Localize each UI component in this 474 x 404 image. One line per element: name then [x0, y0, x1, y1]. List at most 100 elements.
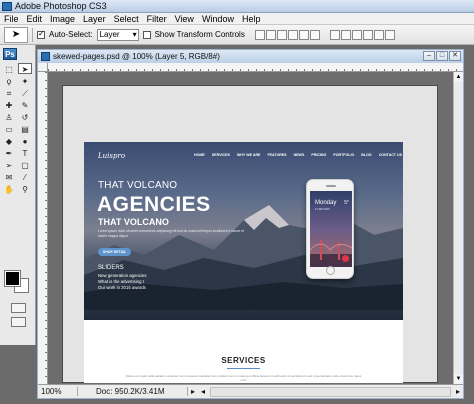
nav-why-we-are[interactable]: WHY WE ARE [237, 153, 261, 157]
quick-mask-button[interactable] [11, 303, 26, 313]
pen-tool-icon[interactable]: ✒ [2, 147, 16, 158]
scroll-down-icon[interactable]: ▼ [454, 374, 463, 384]
blur-tool-icon[interactable]: ◆ [2, 135, 16, 146]
menu-view[interactable]: View [171, 14, 198, 24]
auto-select-label: Auto-Select: [49, 30, 93, 39]
document-titlebar[interactable]: skewed-pages.psd @ 100% (Layer 5, RGB/8#… [38, 50, 463, 63]
hero-description: Lorem ipsum dolor sit amet consectetur a… [98, 229, 245, 238]
divider [32, 27, 33, 42]
lasso-tool-icon[interactable]: ϙ [2, 75, 16, 86]
align-left-icon[interactable] [287, 29, 298, 40]
auto-select-dropdown[interactable]: Layer [96, 28, 139, 41]
hero-cta-button[interactable]: SHOP DETAIL [98, 248, 131, 256]
show-transform-checkbox[interactable] [142, 30, 151, 39]
clone-stamp-tool-icon[interactable]: ♙ [2, 111, 16, 122]
marquee-tool-icon[interactable]: ⬚ [2, 63, 16, 74]
minimize-button[interactable]: – [423, 51, 435, 61]
nav-home[interactable]: HOME [194, 153, 205, 157]
auto-select-checkbox[interactable] [37, 29, 45, 39]
zoom-tool-icon[interactable]: ⚲ [18, 183, 32, 194]
magic-wand-tool-icon[interactable]: ✦ [18, 75, 32, 86]
phone-date: 14 SEP 2016 [315, 208, 330, 211]
type-tool-icon[interactable]: T [18, 147, 32, 158]
align-top-icon[interactable] [254, 29, 265, 40]
phone-day: Monday [315, 200, 337, 206]
distribute-top-icon[interactable] [329, 29, 340, 40]
canvas[interactable]: Luispro HOME SERVICES WHY WE ARE FEATURE… [62, 85, 438, 383]
align-right-icon[interactable] [309, 29, 320, 40]
zoom-level[interactable]: 100% [38, 387, 78, 396]
document-icon [41, 52, 50, 61]
scroll-up-icon[interactable]: ▲ [454, 72, 463, 82]
photoshop-app-icon [2, 1, 12, 11]
align-bottom-icon[interactable] [276, 29, 287, 40]
document-window: skewed-pages.psd @ 100% (Layer 5, RGB/8#… [37, 49, 464, 399]
gradient-tool-icon[interactable]: ▤ [18, 123, 32, 134]
dodge-tool-icon[interactable]: ● [18, 135, 32, 146]
eyedropper-tool-icon[interactable]: ⁄ [18, 171, 32, 182]
phone-screen: Monday 5° 14 SEP 2016 [310, 191, 352, 267]
slider-line: New generation agencies [98, 273, 147, 278]
status-menu-arrow-icon[interactable]: ▸ [188, 387, 198, 396]
align-vcenter-icon[interactable] [265, 29, 276, 40]
phone-temperature: 5° [344, 200, 349, 206]
phone-speaker [326, 185, 336, 187]
site-logo[interactable]: Luispro [98, 152, 125, 160]
menu-window[interactable]: Window [198, 14, 238, 24]
healing-brush-tool-icon[interactable]: ✚ [2, 99, 16, 110]
nav-news[interactable]: NEWS [294, 153, 305, 157]
notes-tool-icon[interactable]: ✉ [2, 171, 16, 182]
menu-select[interactable]: Select [110, 14, 143, 24]
nav-contact-us[interactable]: CONTACT US [379, 153, 402, 157]
nav-services[interactable]: SERVICES [212, 153, 230, 157]
nav-pricing[interactable]: PRICING [311, 153, 326, 157]
menu-file[interactable]: File [0, 14, 23, 24]
distribute-vcenter-icon[interactable] [340, 29, 351, 40]
services-underline [227, 368, 260, 369]
screen-mode-button[interactable] [11, 317, 26, 327]
crop-tool-icon[interactable]: ⌗ [2, 87, 16, 98]
align-hcenter-icon[interactable] [298, 29, 309, 40]
eraser-tool-icon[interactable]: ▭ [2, 123, 16, 134]
distribute-right-icon[interactable] [384, 29, 395, 40]
app-title: Adobe Photoshop CS3 [15, 1, 107, 11]
maximize-button[interactable]: □ [436, 51, 448, 61]
menu-filter[interactable]: Filter [143, 14, 171, 24]
menu-edit[interactable]: Edit [23, 14, 47, 24]
move-tool-preset-picker[interactable]: ➤ [4, 26, 28, 43]
vertical-ruler[interactable] [38, 72, 48, 384]
horizontal-scrollbar[interactable] [210, 386, 451, 397]
close-button[interactable]: ✕ [449, 51, 461, 61]
nav-features[interactable]: FEATURES [267, 153, 286, 157]
show-transform-label: Show Transform Controls [154, 30, 245, 39]
nav-blog[interactable]: BLOG [361, 153, 371, 157]
site-nav: HOME SERVICES WHY WE ARE FEATURES NEWS P… [194, 153, 402, 157]
vertical-scrollbar[interactable]: ▲ ▼ [453, 72, 463, 384]
menu-layer[interactable]: Layer [79, 14, 110, 24]
shape-tool-icon[interactable]: ▢ [18, 159, 32, 170]
canvas-area: Luispro HOME SERVICES WHY WE ARE FEATURE… [48, 72, 453, 384]
move-tool-icon[interactable]: ➤ [18, 63, 32, 74]
hero-section: Luispro HOME SERVICES WHY WE ARE FEATURE… [84, 142, 403, 320]
brush-tool-icon[interactable]: ✎ [18, 99, 32, 110]
hand-tool-icon[interactable]: ✋ [2, 183, 16, 194]
nav-portfolio[interactable]: PORTFOLIO [333, 153, 354, 157]
distribute-hcenter-icon[interactable] [373, 29, 384, 40]
distribute-left-icon[interactable] [362, 29, 373, 40]
menu-help[interactable]: Help [238, 14, 265, 24]
path-selection-tool-icon[interactable]: ➢ [2, 159, 16, 170]
slice-tool-icon[interactable]: ⟋ [18, 87, 32, 98]
ruler-corner[interactable] [38, 63, 48, 72]
scroll-left-icon[interactable]: ◂ [198, 387, 208, 396]
slider-line: What is the advertising t [98, 279, 144, 284]
ps-badge[interactable]: Ps [3, 48, 17, 60]
horizontal-ruler[interactable] [48, 63, 463, 72]
document-title: skewed-pages.psd @ 100% (Layer 5, RGB/8#… [53, 52, 220, 61]
menu-image[interactable]: Image [46, 14, 79, 24]
scroll-right-icon[interactable]: ▸ [453, 387, 463, 396]
foreground-color-swatch[interactable] [4, 270, 21, 287]
menu-bar: File Edit Image Layer Select Filter View… [0, 13, 474, 25]
history-brush-tool-icon[interactable]: ↺ [18, 111, 32, 122]
distribute-bottom-icon[interactable] [351, 29, 362, 40]
document-size-info[interactable]: Doc: 950.2K/3.41M [78, 387, 188, 396]
